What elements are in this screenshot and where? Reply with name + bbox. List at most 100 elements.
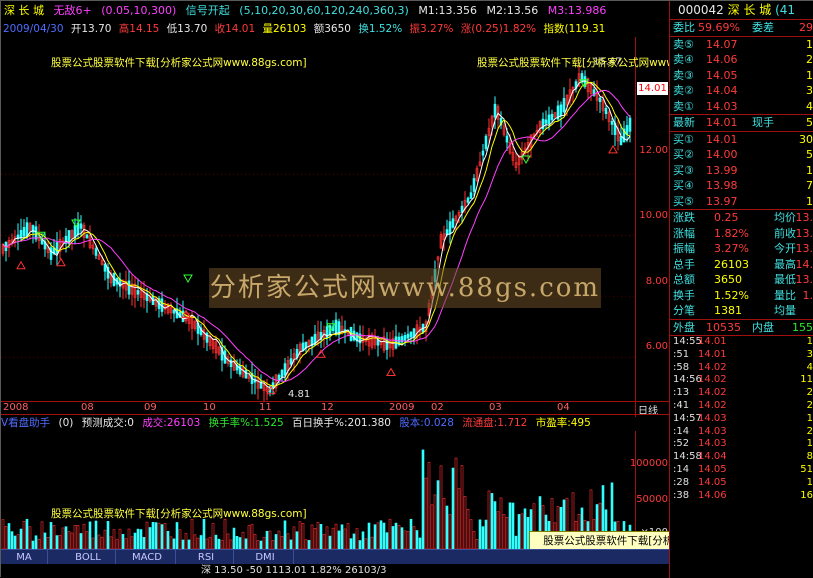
volume-bar: [329, 536, 331, 549]
info-amount: 额3650: [314, 23, 351, 35]
volume-bar: [224, 519, 226, 549]
tab-ma[interactable]: MA: [1, 550, 48, 565]
tick-volume: 51: [800, 464, 813, 477]
candle-body: [80, 224, 82, 229]
sell-order-row[interactable]: 卖⑤14.071: [670, 37, 813, 53]
x-tick-label: 2009: [389, 402, 414, 413]
volume-bar: [113, 530, 115, 549]
kline-chart[interactable]: 15.474.81: [1, 37, 635, 403]
tick-price: 14.06: [698, 490, 727, 503]
volume-bar: [485, 520, 487, 549]
y-tick-label: 6.00: [646, 341, 668, 352]
quote-stats: 涨跌0.25均价13.涨幅1.82%前收13.振幅3.27%今开13.总手261…: [670, 210, 813, 319]
volume-bar: [356, 529, 358, 549]
volume-bar: [395, 523, 397, 549]
volume-bar: [347, 524, 349, 549]
signal-name[interactable]: 信号开起: [186, 4, 230, 17]
volume-bar: [116, 540, 118, 549]
volume-bar: [62, 528, 64, 549]
candle-body: [404, 335, 406, 340]
volume-bar: [494, 502, 496, 549]
tick-price: 14.02: [698, 387, 727, 400]
tab-rsi[interactable]: RSI: [179, 550, 234, 565]
m2-value: M2:13.56: [487, 4, 539, 17]
stat-label: 总额: [673, 272, 695, 288]
volume-bar: [158, 523, 160, 549]
ad-text[interactable]: 股票公式股票软件下载[分析家公式网www.88gs.com]: [51, 55, 307, 70]
indicator-title[interactable]: V看盘助手: [1, 417, 50, 429]
outer-label: 外盘: [673, 320, 695, 336]
tick-list[interactable]: 14:5514.011:5114.013:5814.02414:5614.021…: [670, 336, 813, 502]
volume-bar: [161, 525, 163, 549]
volume-bar: [452, 468, 454, 549]
volume-bar: [155, 523, 157, 549]
buy-order-row[interactable]: 买②14.005: [670, 147, 813, 163]
watermark-banner: 分析家公式网www.88gs.com: [209, 268, 601, 308]
stock-name: 深 长 城: [4, 4, 44, 17]
volume-tick-label: 50000: [636, 494, 668, 505]
app-window: 深 长 城 无敌6+ (0.05,10,300) 信号开起 (5,10,20,3…: [0, 0, 813, 577]
volume-bar: [257, 540, 259, 549]
volume-bar: [401, 528, 403, 549]
buy-order-row[interactable]: 买④13.987: [670, 178, 813, 194]
volume-bar: [218, 539, 220, 549]
tab-dmi[interactable]: DMI: [237, 550, 294, 565]
low-price-label: 4.81: [288, 389, 310, 400]
candle-body: [548, 115, 550, 124]
tick-row: :5814.024: [670, 362, 813, 375]
buy-order-row[interactable]: 买③13.991: [670, 163, 813, 179]
sell-order-row[interactable]: 卖③14.051: [670, 68, 813, 84]
candle-body: [173, 310, 175, 313]
x-tick-label: 08: [81, 402, 94, 413]
indicator-bar: V看盘助手 (0) 预测成交:0 成交:26103 换手率%:1.525 百日换…: [1, 414, 669, 431]
tick-volume: 1: [807, 438, 813, 451]
candle-body: [278, 375, 280, 380]
volume-bar: [455, 458, 457, 549]
ad-text[interactable]: 股票公式股票软件下载[分析家公式网www.88gs.com]: [51, 506, 307, 521]
volume-bar: [371, 537, 373, 549]
volume-bar: [479, 520, 481, 549]
volume-bar: [98, 535, 100, 549]
indicator-name[interactable]: 无敌6+: [54, 4, 92, 17]
candle-body: [545, 120, 547, 124]
volume-bar: [149, 527, 151, 549]
m3-value: M3:13.986: [548, 4, 607, 17]
buy-signal-icon: [317, 350, 325, 357]
sell-signal-icon: [184, 275, 192, 282]
volume-bar: [314, 528, 316, 549]
sell-order-row[interactable]: 卖④14.062: [670, 52, 813, 68]
tick-row: :1414.032: [670, 426, 813, 439]
indicator-tabs: MA BOLL MACD RSI DMI: [1, 549, 669, 565]
tab-boll[interactable]: BOLL: [61, 550, 116, 565]
tick-time: :28: [673, 477, 689, 490]
stat-label: 分笔: [673, 303, 695, 319]
candle-body: [482, 151, 484, 155]
tick-row: :4114.022: [670, 400, 813, 413]
tab-macd[interactable]: MACD: [119, 550, 176, 565]
sell-order-price: 14.06: [706, 52, 738, 68]
quote-header: 000042 深 长 城 (41: [670, 1, 813, 20]
volume-bar: [413, 527, 415, 549]
volume-bar: [194, 535, 196, 549]
info-open: 开13.70: [71, 23, 112, 35]
volume-bar: [248, 525, 250, 549]
tick-time: :14: [673, 426, 689, 439]
stat-row: 总额3650最低13.: [670, 272, 813, 288]
quote-panel: 000042 深 长 城 (41 委比 59.69% 委差 29 卖⑤14.07…: [669, 1, 813, 578]
buy-order-row[interactable]: 买①14.0130: [670, 132, 813, 148]
candle-body: [335, 320, 337, 333]
x-tick-label: 04: [557, 402, 570, 413]
candle-body: [563, 98, 565, 112]
candle-body: [95, 249, 97, 256]
stat-label: 前收: [774, 226, 796, 242]
sell-order-row[interactable]: 卖①14.034: [670, 99, 813, 115]
buy-order-row[interactable]: 买⑤13.971: [670, 194, 813, 210]
indicator-params: (0.05,10,300): [101, 4, 176, 17]
bid-ratio-value: 59.69%: [698, 20, 740, 36]
volume-bar: [272, 540, 274, 549]
volume-bar: [17, 535, 19, 549]
stat-row: 振幅3.27%今开13.: [670, 241, 813, 257]
sell-order-volume: 4: [806, 99, 813, 115]
sell-order-row[interactable]: 卖②14.043: [670, 83, 813, 99]
tick-volume: 2: [807, 387, 813, 400]
